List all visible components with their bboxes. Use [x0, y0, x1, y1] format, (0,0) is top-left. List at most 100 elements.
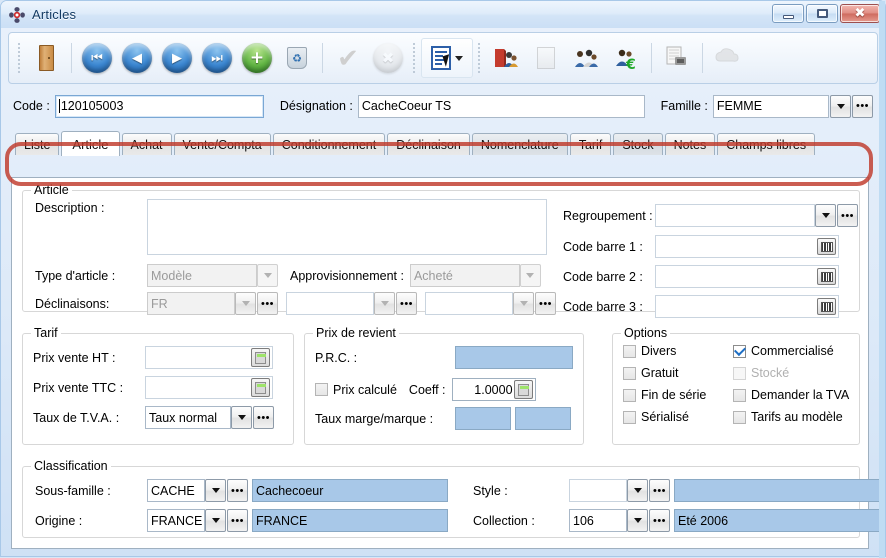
cancel-button[interactable]: ✖ [368, 38, 408, 78]
regroupement-dropdown-button[interactable] [815, 204, 836, 227]
famille-input[interactable]: FEMME [713, 95, 829, 118]
coeff-calculator-button[interactable] [514, 380, 533, 399]
prix-vente-ttc-calculator-button[interactable] [251, 378, 270, 397]
famille-dropdown-button[interactable] [830, 95, 851, 118]
sous-famille-code-input[interactable]: CACHE [147, 479, 205, 502]
barcode-2-input[interactable] [655, 265, 839, 288]
barcode-3-input[interactable] [655, 295, 839, 318]
tab-liste[interactable]: Liste [15, 133, 59, 155]
maximize-button[interactable] [806, 4, 838, 23]
add-record-button[interactable]: + [237, 38, 277, 78]
next-record-button[interactable]: ▶ [157, 38, 197, 78]
validate-button[interactable]: ✔ [328, 38, 368, 78]
minimize-button[interactable] [772, 4, 804, 23]
exit-door-button[interactable] [26, 38, 66, 78]
divers-checkbox[interactable] [623, 345, 636, 358]
type-article-dropdown-button[interactable] [257, 264, 278, 287]
first-record-button[interactable]: ⏮ [77, 38, 117, 78]
close-button[interactable]: ✖ [840, 4, 880, 23]
merge-button[interactable] [708, 38, 748, 78]
chevron-down-icon[interactable] [455, 56, 463, 61]
demander-tva-checkbox[interactable] [733, 389, 746, 402]
approvisionnement-input[interactable]: Acheté [410, 264, 520, 287]
option-fin-de-serie-row[interactable]: Fin de série [623, 388, 706, 402]
prix-vente-ht-calculator-button[interactable] [251, 348, 270, 367]
collection-browse-button[interactable]: ••• [649, 509, 670, 532]
contact-price-button[interactable]: € [606, 38, 646, 78]
group-contacts-button[interactable] [566, 38, 606, 78]
tva-input[interactable]: Taux normal [145, 406, 231, 429]
tab-nomenclature[interactable]: Nomenclature [472, 133, 568, 155]
option-divers-row[interactable]: Divers [623, 344, 676, 358]
tarifs-au-modele-checkbox[interactable] [733, 411, 746, 424]
declinaison-2-browse-button[interactable]: ••• [396, 292, 417, 315]
option-tarifs-au-modele-row[interactable]: Tarifs au modèle [733, 410, 843, 424]
tab-achat[interactable]: Achat [122, 133, 172, 155]
toolbar-grip[interactable] [17, 41, 22, 75]
declinaison-1-input[interactable]: FR [147, 292, 235, 315]
serialise-checkbox[interactable] [623, 411, 636, 424]
toolbar-grip[interactable] [412, 41, 417, 75]
style-dropdown-button[interactable] [627, 479, 648, 502]
code-input[interactable]: 120105003 [55, 95, 264, 118]
origine-browse-button[interactable]: ••• [227, 509, 248, 532]
customers-button[interactable] [486, 38, 526, 78]
type-article-input[interactable]: Modèle [147, 264, 257, 287]
ellipsis-icon: ••• [400, 302, 413, 306]
declinaison-1-dropdown-button[interactable] [235, 292, 256, 315]
previous-record-button[interactable]: ◀ [117, 38, 157, 78]
regroupement-input[interactable] [655, 204, 815, 227]
option-gratuit-row[interactable]: Gratuit [623, 366, 679, 380]
toolbar-grip[interactable] [477, 41, 482, 75]
style-code-input[interactable] [569, 479, 627, 502]
description-input[interactable] [147, 199, 547, 255]
declinaison-3-browse-button[interactable]: ••• [535, 292, 556, 315]
prix-calcule-checkbox[interactable] [315, 383, 328, 396]
declinaison-3-input[interactable] [425, 292, 513, 315]
barcode-2-scan-button[interactable] [817, 268, 836, 285]
sous-famille-dropdown-button[interactable] [205, 479, 226, 502]
tva-dropdown-button[interactable] [231, 406, 252, 429]
gratuit-checkbox[interactable] [623, 367, 636, 380]
origine-dropdown-button[interactable] [205, 509, 226, 532]
prix-vente-ttc-input[interactable] [145, 376, 273, 399]
last-record-button[interactable]: ⏭ [197, 38, 237, 78]
collection-code-input[interactable]: 106 [569, 509, 627, 532]
tab-champs-libres[interactable]: Champs libres [717, 133, 815, 155]
famille-browse-button[interactable]: ••• [852, 95, 873, 118]
coeff-input[interactable]: 1.0000 [452, 378, 536, 401]
collection-dropdown-button[interactable] [627, 509, 648, 532]
declinaison-1-browse-button[interactable]: ••• [257, 292, 278, 315]
delete-record-button[interactable]: ♻ [277, 38, 317, 78]
barcode-1-scan-button[interactable] [817, 238, 836, 255]
option-demander-tva-row[interactable]: Demander la TVA [733, 388, 849, 402]
origine-code-input[interactable]: FRANCE [147, 509, 205, 532]
barcode-1-input[interactable] [655, 235, 839, 258]
tab-article[interactable]: Article [61, 131, 119, 156]
style-browse-button[interactable]: ••• [649, 479, 670, 502]
tab-vente-compta[interactable]: Vente/Compta [174, 133, 271, 155]
sous-famille-browse-button[interactable]: ••• [227, 479, 248, 502]
approvisionnement-dropdown-button[interactable] [520, 264, 541, 287]
option-serialise-row[interactable]: Sérialisé [623, 410, 689, 424]
tab-stock[interactable]: Stock [613, 133, 662, 155]
tva-browse-button[interactable]: ••• [253, 406, 274, 429]
option-commercialise-row[interactable]: Commercialisé [733, 344, 834, 358]
tab-declinaison[interactable]: Déclinaison [387, 133, 470, 155]
designation-input[interactable]: CacheCoeur TS [358, 95, 645, 118]
regroupement-browse-button[interactable]: ••• [837, 204, 858, 227]
commercialise-checkbox[interactable] [733, 345, 746, 358]
declinaison-2-dropdown-button[interactable] [374, 292, 395, 315]
fin-de-serie-checkbox[interactable] [623, 389, 636, 402]
ellipsis-icon: ••• [841, 214, 854, 218]
tab-tarif[interactable]: Tarif [570, 133, 612, 155]
tab-notes[interactable]: Notes [665, 133, 716, 155]
print-preview-button[interactable] [657, 38, 697, 78]
declinaison-2-input[interactable] [286, 292, 374, 315]
tab-conditionnement[interactable]: Conditionnement [273, 133, 386, 155]
declinaison-3-dropdown-button[interactable] [513, 292, 534, 315]
reports-button[interactable] [421, 38, 473, 78]
document-button[interactable] [526, 38, 566, 78]
barcode-3-scan-button[interactable] [817, 298, 836, 315]
prix-vente-ht-input[interactable] [145, 346, 273, 369]
